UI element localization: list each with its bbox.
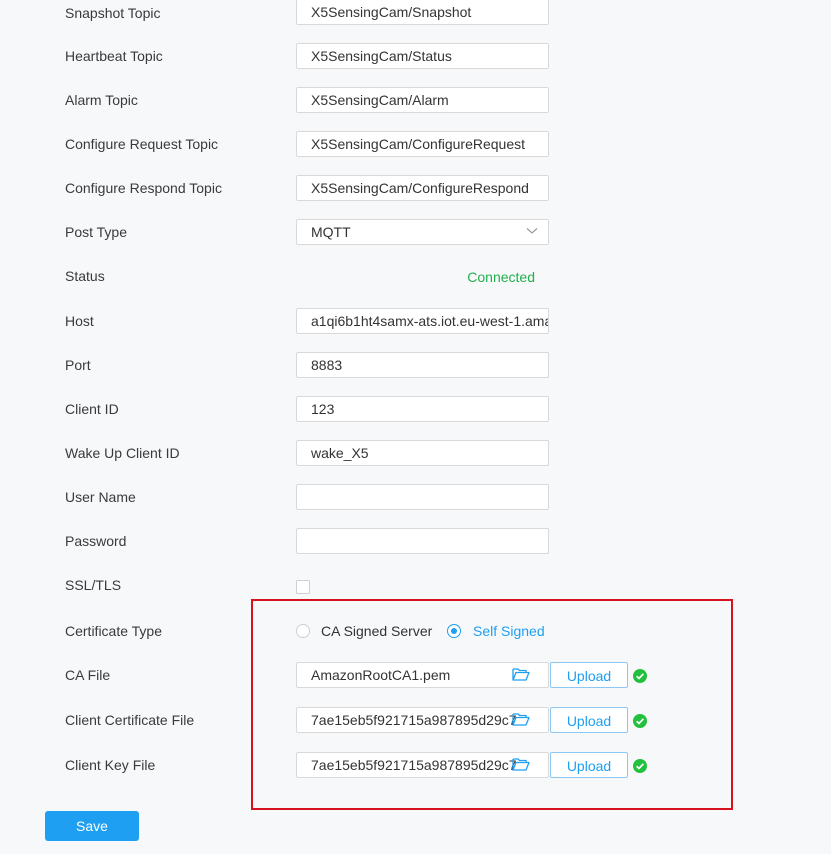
row-client-id: Client ID 123	[0, 396, 831, 422]
configure-respond-topic-input[interactable]: X5SensingCam/ConfigureRespond	[296, 175, 549, 201]
snapshot-topic-label: Snapshot Topic	[65, 5, 161, 21]
row-configure-request-topic: Configure Request Topic X5SensingCam/Con…	[0, 131, 831, 157]
save-button[interactable]: Save	[45, 811, 139, 841]
configure-respond-topic-label: Configure Respond Topic	[65, 180, 222, 196]
alarm-topic-input[interactable]: X5SensingCam/Alarm	[296, 87, 549, 113]
password-input[interactable]	[296, 528, 549, 554]
configure-request-topic-label: Configure Request Topic	[65, 136, 219, 152]
host-input[interactable]: a1qi6b1ht4samx-ats.iot.eu-west-1.amazona…	[296, 308, 549, 334]
ssl-tls-label: SSL/TLS	[65, 577, 122, 593]
configure-request-topic-input[interactable]: X5SensingCam/ConfigureRequest	[296, 131, 549, 157]
row-wake-up-client-id: Wake Up Client ID wake_X5	[0, 440, 831, 466]
post-type-label: Post Type	[65, 224, 128, 240]
post-type-select[interactable]: MQTT	[296, 219, 549, 245]
certificate-type-label: Certificate Type	[65, 623, 163, 639]
status-value: Connected	[467, 269, 535, 285]
chevron-down-icon	[526, 228, 538, 234]
client-key-file-label: Client Key File	[65, 757, 156, 773]
row-status: Status Connected	[0, 263, 831, 289]
row-snapshot-topic: Snapshot Topic X5SensingCam/Snapshot	[0, 0, 831, 26]
snapshot-topic-input[interactable]: X5SensingCam/Snapshot	[296, 0, 549, 25]
wake-up-client-id-input[interactable]: wake_X5	[296, 440, 549, 466]
certificate-highlight-box	[251, 599, 733, 810]
client-id-label: Client ID	[65, 401, 119, 417]
password-label: Password	[65, 533, 127, 549]
client-id-input[interactable]: 123	[296, 396, 549, 422]
row-configure-respond-topic: Configure Respond Topic X5SensingCam/Con…	[0, 175, 831, 201]
wake-up-client-id-label: Wake Up Client ID	[65, 445, 180, 461]
heartbeat-topic-input[interactable]: X5SensingCam/Status	[296, 43, 549, 69]
heartbeat-topic-label: Heartbeat Topic	[65, 48, 163, 64]
row-ssl-tls: SSL/TLS	[0, 572, 831, 598]
row-alarm-topic: Alarm Topic X5SensingCam/Alarm	[0, 87, 831, 113]
row-user-name: User Name	[0, 484, 831, 510]
post-type-selected-value: MQTT	[311, 224, 351, 240]
port-input[interactable]: 8883	[296, 352, 549, 378]
row-heartbeat-topic: Heartbeat Topic X5SensingCam/Status	[0, 43, 831, 69]
port-label: Port	[65, 357, 91, 373]
host-label: Host	[65, 313, 94, 329]
status-label: Status	[65, 268, 105, 284]
ca-file-label: CA File	[65, 667, 111, 683]
user-name-input[interactable]	[296, 484, 549, 510]
row-post-type: Post Type MQTT	[0, 219, 831, 245]
user-name-label: User Name	[65, 489, 136, 505]
row-port: Port 8883	[0, 352, 831, 378]
client-certificate-file-label: Client Certificate File	[65, 712, 195, 728]
row-host: Host a1qi6b1ht4samx-ats.iot.eu-west-1.am…	[0, 308, 831, 334]
ssl-tls-checkbox[interactable]	[296, 580, 310, 594]
alarm-topic-label: Alarm Topic	[65, 92, 138, 108]
row-password: Password	[0, 528, 831, 554]
